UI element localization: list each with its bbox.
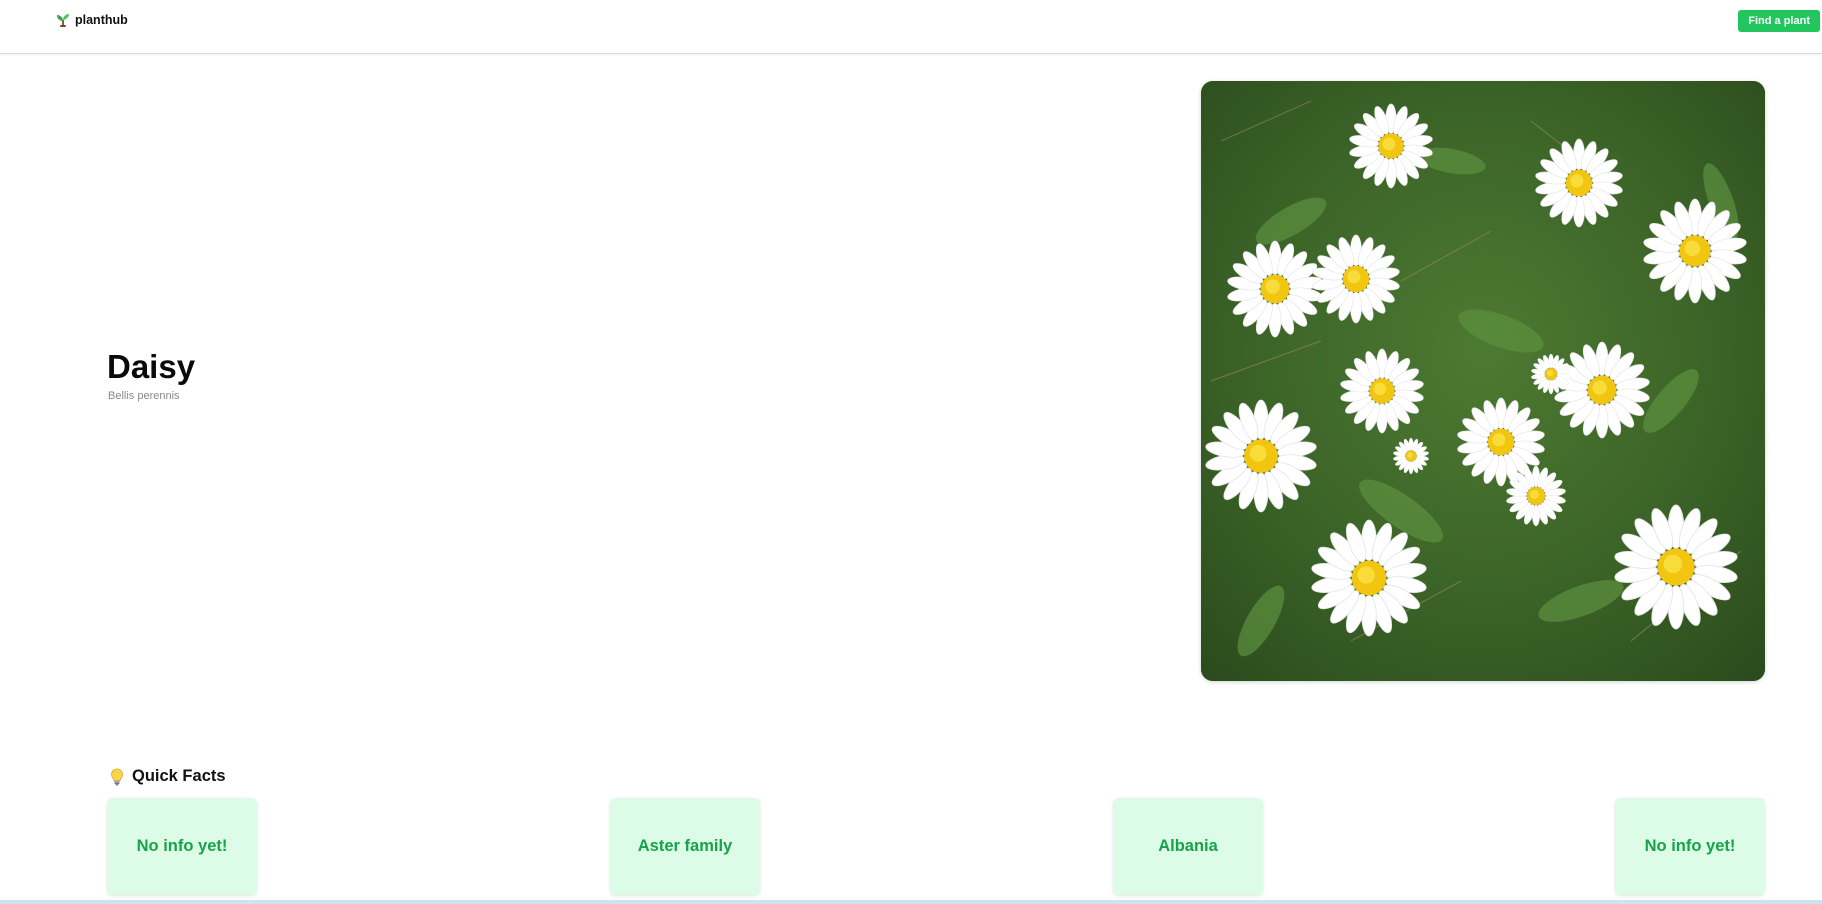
plant-page: planthub Find a plant Daisy Bellis peren… xyxy=(0,0,1822,904)
top-nav: planthub Find a plant xyxy=(0,0,1822,54)
brand-name: planthub xyxy=(75,13,128,27)
plant-scientific-name: Bellis perennis xyxy=(108,390,180,402)
plant-photo xyxy=(1201,81,1765,681)
plant-name: Daisy xyxy=(107,348,196,385)
lightbulb-icon xyxy=(110,768,124,786)
quick-facts-heading: Quick Facts xyxy=(110,767,226,786)
fact-card: Albania xyxy=(1113,798,1263,895)
fact-card: No info yet! xyxy=(1615,798,1765,895)
fact-card: No info yet! xyxy=(107,798,257,895)
brand-link[interactable]: planthub xyxy=(55,12,128,28)
quick-facts-title: Quick Facts xyxy=(132,767,226,785)
bottom-divider xyxy=(0,900,1822,904)
find-plant-button[interactable]: Find a plant xyxy=(1738,10,1820,32)
sprout-icon xyxy=(55,12,71,28)
fact-card: Aster family xyxy=(610,798,760,895)
